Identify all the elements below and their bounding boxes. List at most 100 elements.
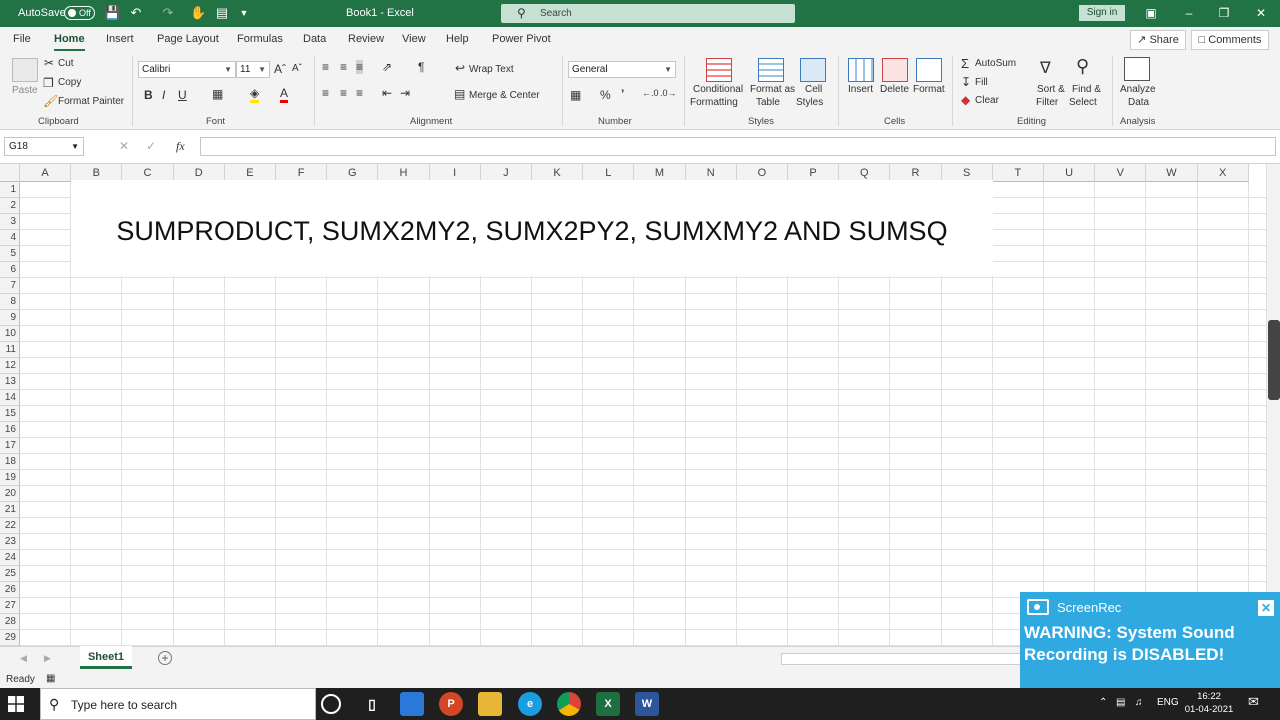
align-bottom-icon[interactable]: ≡ [356, 60, 364, 74]
sort-filter-label-1[interactable]: Sort & [1037, 84, 1065, 95]
number-format-select[interactable]: General ▼ [568, 61, 676, 78]
find-select-label-1[interactable]: Find & [1072, 84, 1101, 95]
tab-formulas[interactable]: Formulas [237, 33, 283, 45]
next-sheet-icon[interactable]: ▶ [44, 653, 51, 664]
title-text-box[interactable]: SUMPRODUCT, SUMX2MY2, SUMX2PY2, SUMXMY2 … [71, 180, 993, 276]
tab-file[interactable]: File [13, 33, 31, 45]
row-header[interactable]: 15 [0, 406, 20, 422]
insert-cells-button[interactable]: Insert [848, 84, 873, 95]
format-painter-icon[interactable]: 🖌 [43, 94, 58, 108]
row-header[interactable]: 19 [0, 470, 20, 486]
prev-sheet-icon[interactable]: ◀ [20, 653, 27, 664]
find-select-icon[interactable]: ⚲ [1076, 56, 1089, 77]
merge-center-icon[interactable]: ▤ [454, 87, 465, 101]
row-header[interactable]: 21 [0, 502, 20, 518]
delete-cells-button[interactable]: Delete [880, 84, 909, 95]
row-header[interactable]: 22 [0, 518, 20, 534]
tab-help[interactable]: Help [446, 33, 469, 45]
decrease-font-icon[interactable]: Aˇ [292, 63, 302, 74]
wrap-text-button[interactable]: Wrap Text [469, 64, 514, 75]
clear-button[interactable]: Clear [975, 95, 999, 106]
tab-review[interactable]: Review [348, 33, 384, 45]
row-header[interactable]: 20 [0, 486, 20, 502]
fill-color-icon[interactable]: ◈ [250, 86, 260, 103]
cell-styles-label-2[interactable]: Styles [796, 97, 823, 108]
tab-power-pivot[interactable]: Power Pivot [492, 33, 551, 45]
format-cells-icon[interactable] [916, 58, 942, 82]
fill-icon[interactable]: ↧ [961, 75, 971, 89]
conditional-formatting-label-2[interactable]: Formatting [690, 97, 738, 108]
font-size-select[interactable]: 11 ▼ [236, 61, 270, 78]
column-header[interactable]: X [1197, 164, 1249, 182]
row-header[interactable]: 9 [0, 310, 20, 326]
photos-app-icon[interactable] [400, 692, 424, 716]
tab-home[interactable]: Home [54, 33, 85, 51]
windows-start-icon[interactable] [8, 696, 24, 712]
align-right-icon[interactable]: ≡ [356, 86, 363, 100]
insert-cells-icon[interactable] [848, 58, 874, 82]
comma-style-icon[interactable]: ’ [621, 87, 624, 101]
bold-button[interactable]: B [144, 88, 153, 102]
column-header[interactable]: V [1095, 164, 1147, 182]
column-header[interactable]: A [20, 164, 72, 182]
increase-font-icon[interactable]: Aˆ [274, 62, 286, 76]
underline-button[interactable]: U [178, 88, 187, 102]
language-indicator[interactable]: ENG [1157, 697, 1179, 708]
row-header[interactable]: 25 [0, 566, 20, 582]
row-header[interactable]: 16 [0, 422, 20, 438]
taskbar-search[interactable]: ⚲ Type here to search [40, 688, 316, 720]
cell-styles-icon[interactable] [800, 58, 826, 82]
paste-label[interactable]: Paste [12, 85, 38, 96]
row-header[interactable]: 24 [0, 550, 20, 566]
row-header[interactable]: 13 [0, 374, 20, 390]
name-box[interactable]: G18 ▼ [4, 137, 84, 156]
tab-view[interactable]: View [402, 33, 426, 45]
insert-function-button[interactable]: fx [176, 139, 185, 154]
row-header[interactable]: 28 [0, 614, 20, 630]
find-select-label-2[interactable]: Select [1069, 97, 1097, 108]
add-sheet-button[interactable]: + [158, 651, 172, 665]
powerpoint-icon[interactable]: P [439, 692, 463, 716]
conditional-formatting-icon[interactable] [706, 58, 732, 82]
select-all-corner[interactable] [0, 164, 20, 182]
tab-page-layout[interactable]: Page Layout [157, 33, 219, 45]
sort-filter-label-2[interactable]: Filter [1036, 97, 1058, 108]
font-color-icon[interactable]: A [280, 86, 289, 103]
row-header[interactable]: 12 [0, 358, 20, 374]
enter-icon[interactable]: ✓ [146, 139, 156, 153]
row-header[interactable]: 4 [0, 230, 20, 246]
column-header[interactable]: W [1146, 164, 1198, 182]
redo-icon[interactable]: ↷ [160, 5, 176, 21]
italic-button[interactable]: I [162, 88, 165, 102]
row-header[interactable]: 10 [0, 326, 20, 342]
fill-button[interactable]: Fill [975, 77, 988, 88]
increase-decimal-icon[interactable]: ←.0 [642, 88, 659, 98]
analyze-data-label-2[interactable]: Data [1128, 97, 1149, 108]
row-header[interactable]: 8 [0, 294, 20, 310]
row-header[interactable]: 29 [0, 630, 20, 646]
percent-style-button[interactable]: % [600, 88, 611, 102]
wrap-text-icon[interactable]: ↩ [455, 61, 465, 75]
decrease-indent-icon[interactable]: ⇤ [382, 86, 392, 100]
minimize-icon[interactable]: – [1181, 5, 1197, 21]
save-icon[interactable]: 💾 [104, 5, 120, 21]
sort-filter-icon[interactable]: ∇ [1040, 58, 1051, 78]
paste-icon[interactable] [12, 58, 38, 82]
cell-styles-label-1[interactable]: Cell [805, 84, 822, 95]
analyze-data-label-1[interactable]: Analyze [1120, 84, 1156, 95]
cut-icon[interactable]: ✂ [44, 56, 54, 70]
conditional-formatting-label-1[interactable]: Conditional [693, 84, 743, 95]
vertical-scroll-thumb[interactable] [1268, 320, 1280, 400]
search-box[interactable]: ⚲ Search [501, 4, 795, 23]
column-header[interactable]: U [1044, 164, 1096, 182]
cut-button[interactable]: Cut [58, 58, 74, 69]
network-icon[interactable]: ▤ [1116, 697, 1125, 708]
task-view-icon[interactable]: ▯ [360, 692, 384, 716]
vertical-scrollbar[interactable] [1266, 164, 1280, 646]
undo-icon[interactable]: ↶ [128, 5, 144, 21]
comments-button[interactable]: □ Comments [1191, 30, 1269, 50]
align-center-icon[interactable]: ≡ [340, 86, 347, 100]
row-header[interactable]: 7 [0, 278, 20, 294]
worksheet-grid[interactable]: A B C D E F G H I J K L M N O P Q R S T U V W X 1 2 3 4 5 6 7 8 9 10 11 12 1… [0, 164, 1266, 646]
align-left-icon[interactable]: ≡ [322, 86, 329, 100]
